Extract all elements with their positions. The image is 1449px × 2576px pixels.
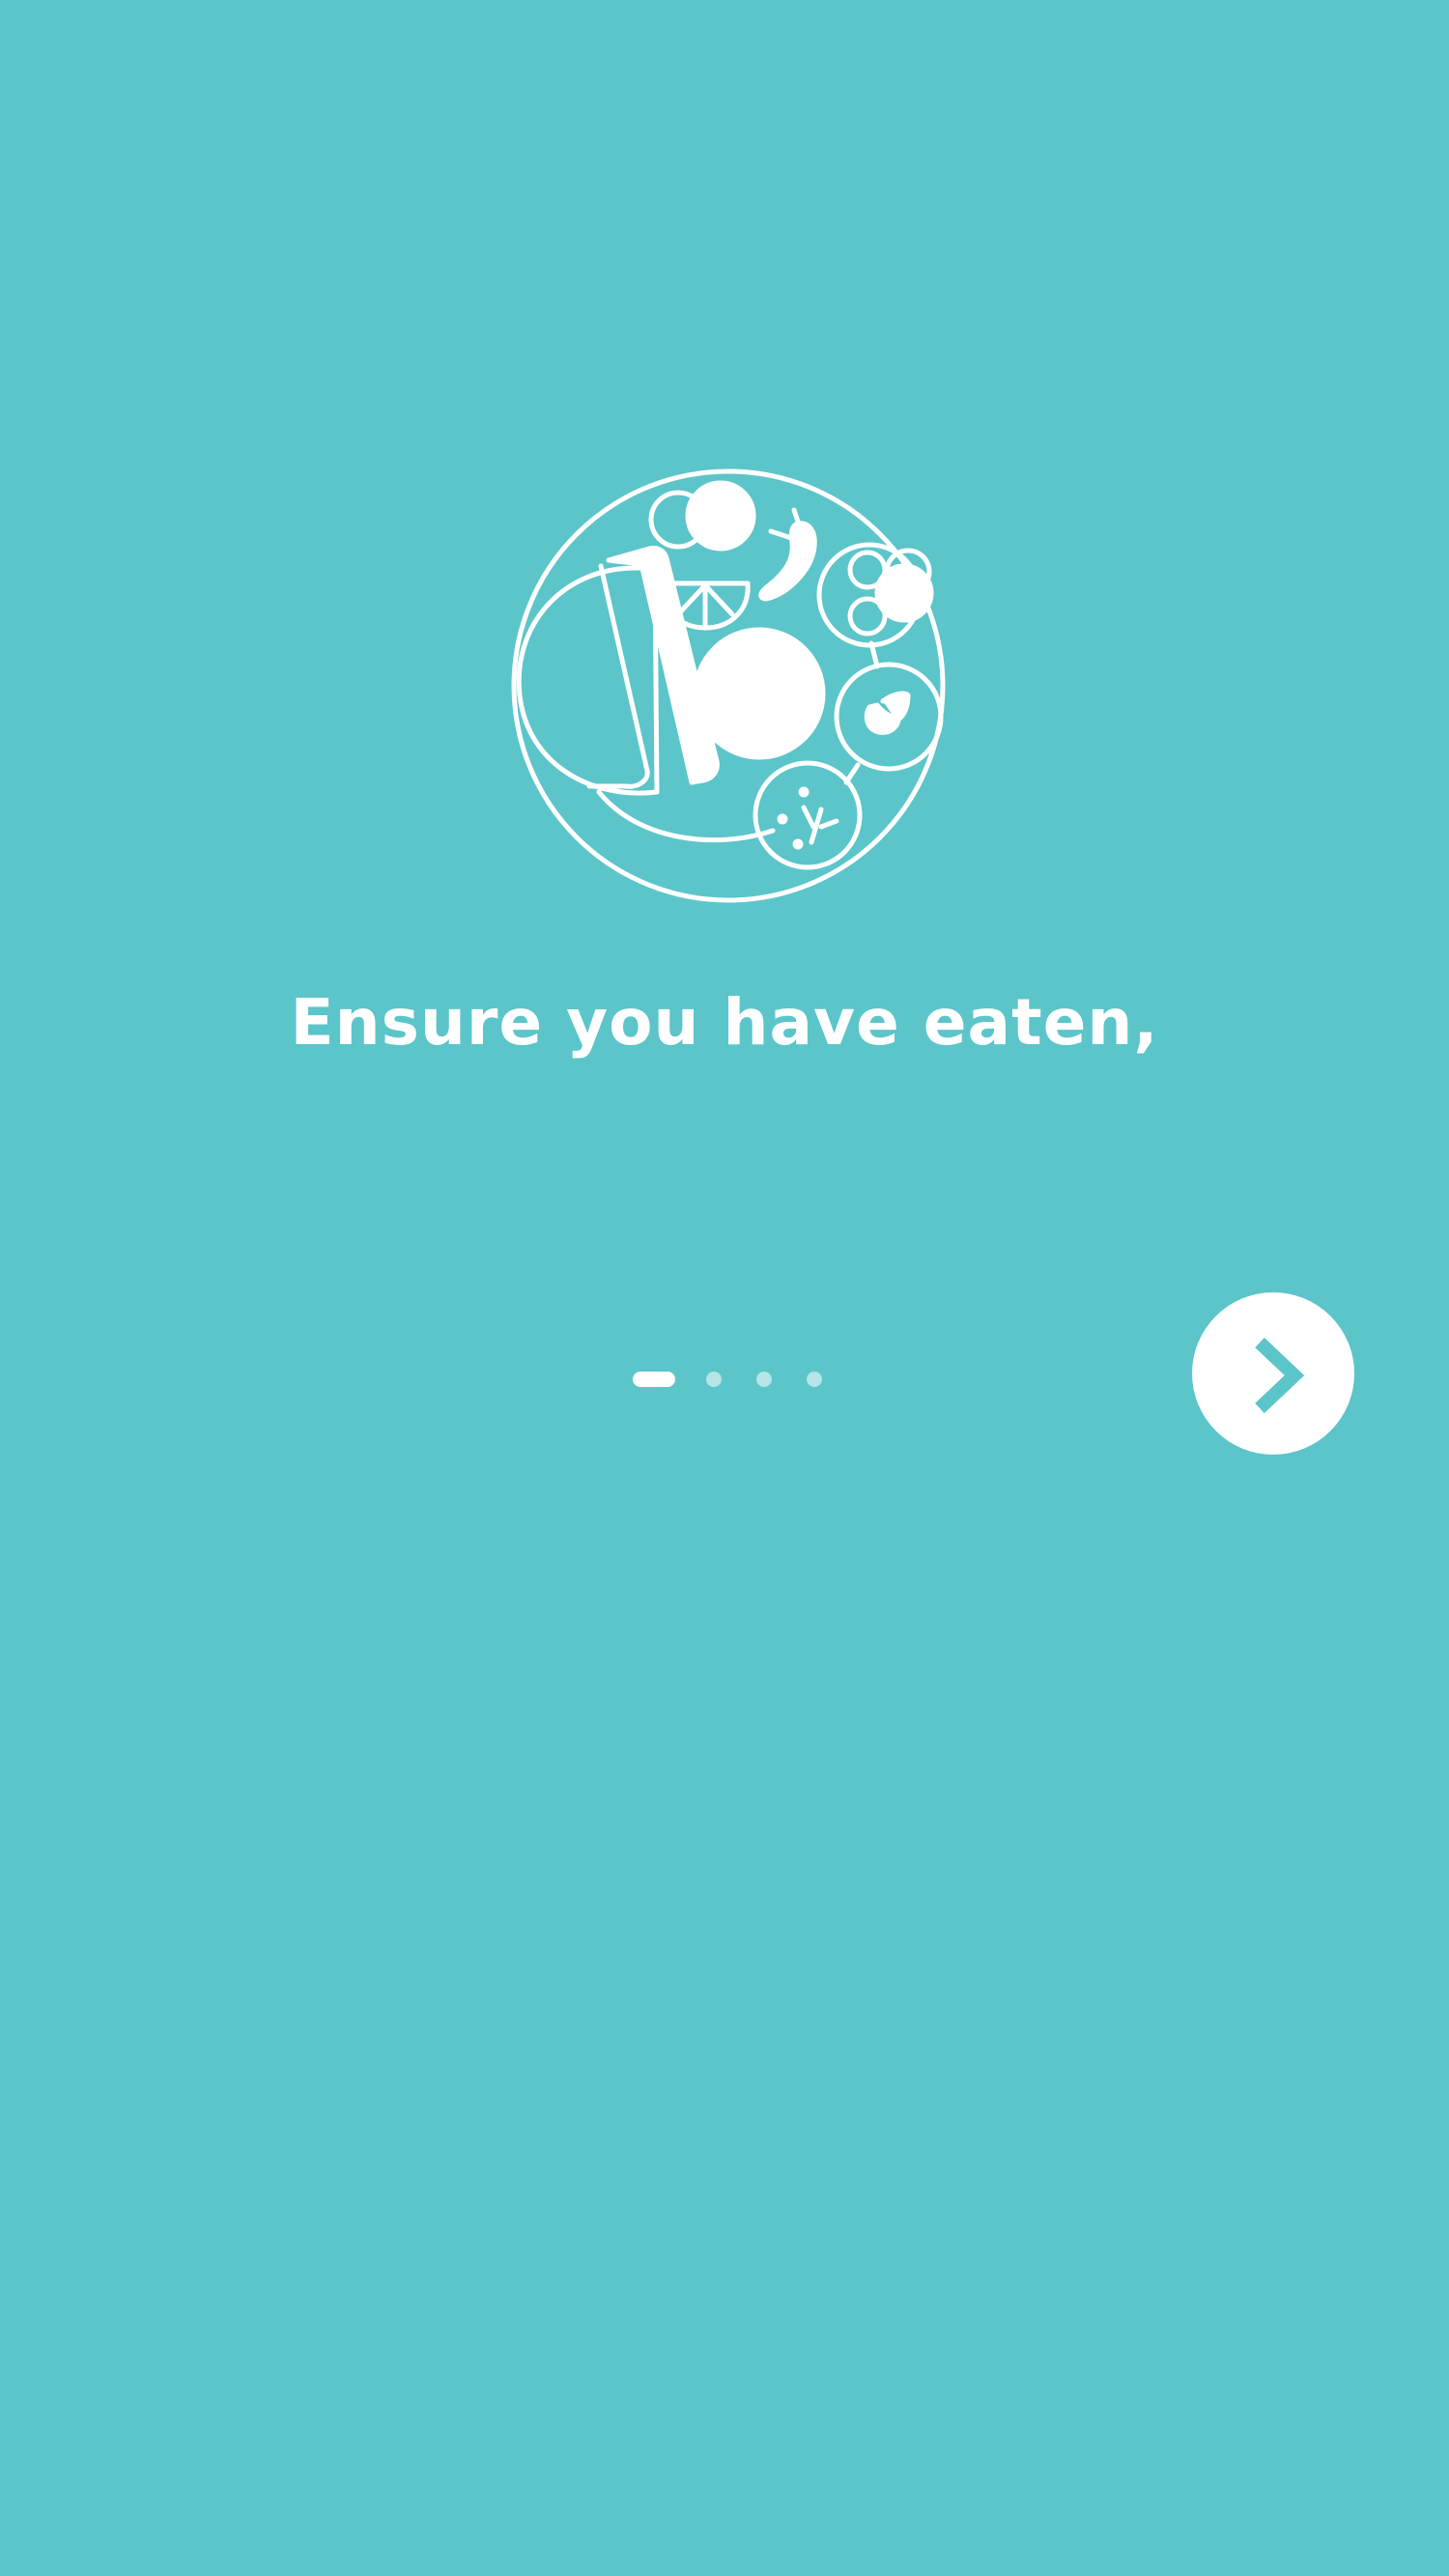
- page-dot-active: [633, 1372, 675, 1387]
- onboarding-headline: Ensure you have eaten,: [290, 985, 1159, 1060]
- food-plate-icon: [493, 464, 956, 908]
- page-indicator: [633, 1370, 822, 1389]
- page-dot: [807, 1372, 822, 1387]
- next-button[interactable]: [1192, 1292, 1354, 1455]
- page-dot: [756, 1372, 772, 1387]
- chevron-right-icon: [1255, 1337, 1305, 1414]
- page-dot: [706, 1372, 722, 1387]
